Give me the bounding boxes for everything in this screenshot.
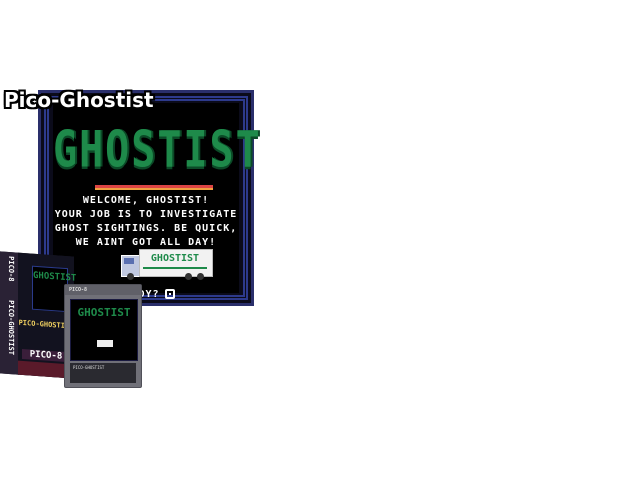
cartridge-screen: GHOSTIST bbox=[70, 299, 138, 361]
game-box-art: PICO-8 PICO-GHOSTIST GHOSTIST PICO-GHOST… bbox=[0, 251, 77, 379]
cartridge-brand: PICO-8 bbox=[69, 287, 88, 293]
message-line-3: GHOST SIGHTINGS. BE QUICK, bbox=[54, 223, 238, 234]
logo-underline-accent bbox=[95, 188, 213, 190]
truck-wheel bbox=[197, 273, 204, 280]
truck-label: GHOSTIST bbox=[150, 253, 200, 264]
cartridge-top-bar: PICO-8 bbox=[65, 285, 141, 295]
truck-wheel bbox=[127, 273, 134, 280]
box-spine-brand: PICO-8 bbox=[7, 255, 15, 282]
box-spine-title: PICO-GHOSTIST bbox=[7, 299, 15, 356]
message-line-2: YOUR JOB IS TO INVESTIGATE bbox=[54, 209, 238, 220]
cartridge: PICO-8 GHOSTIST PICO-GHOSTIST bbox=[64, 284, 142, 388]
message-line-4: WE AINT GOT ALL DAY! bbox=[75, 237, 217, 248]
box-spine: PICO-8 PICO-GHOSTIST bbox=[0, 251, 19, 375]
truck-wheel bbox=[185, 273, 192, 280]
cartridge-truck bbox=[97, 340, 113, 347]
ghost-truck: GHOSTIST bbox=[121, 249, 213, 280]
game-logo: GHOSTIST bbox=[53, 121, 262, 179]
truck-stripe bbox=[143, 267, 207, 269]
app-title: Pico-Ghostist bbox=[4, 88, 154, 112]
box-screen: GHOSTIST bbox=[32, 265, 77, 313]
screen-content: GHOSTIST WELCOME, GHOSTIST! YOUR JOB IS … bbox=[53, 103, 262, 300]
cartridge-logo: GHOSTIST bbox=[77, 306, 131, 319]
cartridge-label-title: PICO-GHOSTIST bbox=[73, 365, 105, 370]
box-logo: GHOSTIST bbox=[33, 270, 77, 284]
truck-window bbox=[124, 258, 134, 264]
o-button-icon bbox=[164, 289, 175, 299]
message-line-1: WELCOME, GHOSTIST! bbox=[82, 195, 210, 206]
cartridge-label: PICO-GHOSTIST bbox=[70, 363, 136, 383]
box-brand: PICO-8 bbox=[22, 348, 70, 363]
